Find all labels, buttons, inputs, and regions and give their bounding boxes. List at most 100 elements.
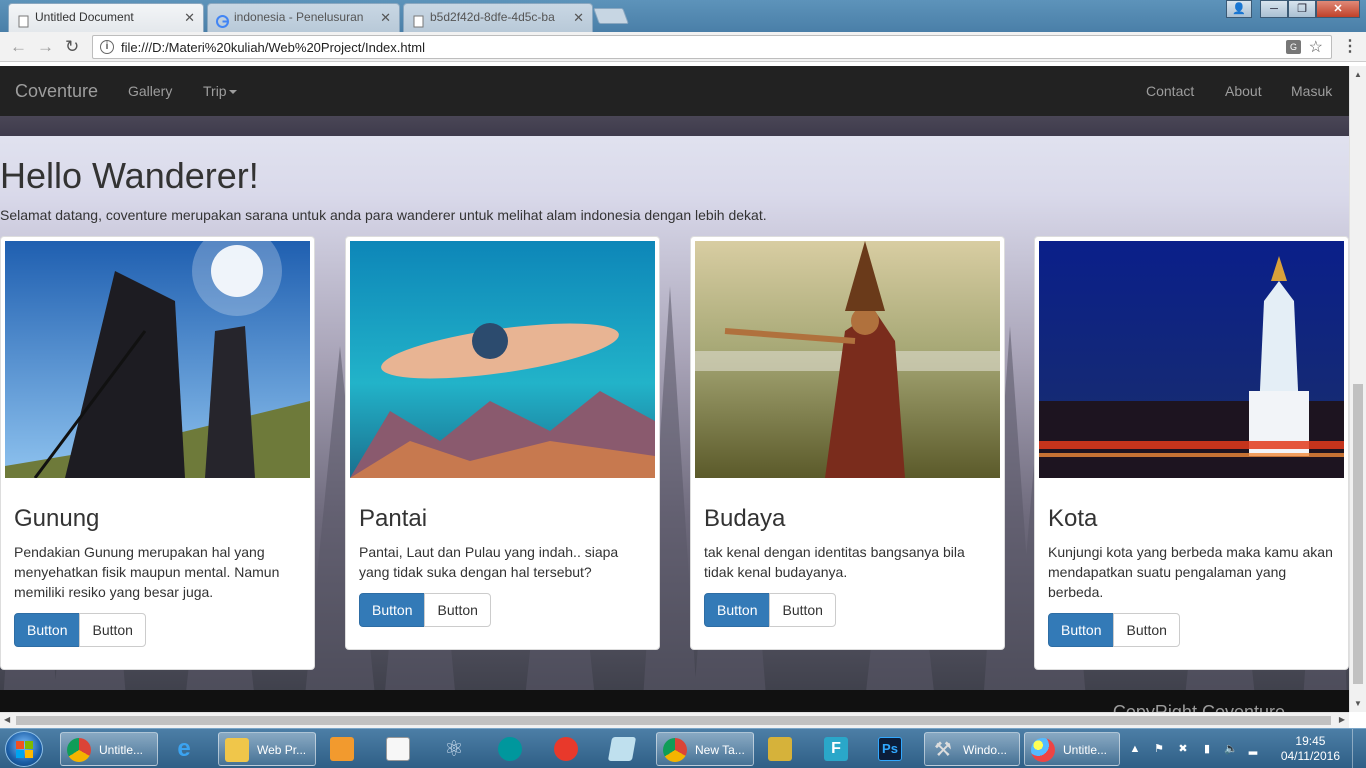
taskbar-label: Web Pr... [257, 743, 307, 757]
system-tray: ▲ ⚑ ✖ ▮ 🔈 ▂ 19:45 04/11/2016 [1126, 729, 1366, 768]
window-controls: 👤 ─ ❐ ✕ [1226, 0, 1360, 18]
card-text: Pendakian Gunung merupakan hal yang meny… [14, 544, 280, 600]
card-title: Kota [1048, 505, 1098, 532]
user-icon[interactable]: 👤 [1226, 0, 1252, 18]
taskbar-chrome-untitled[interactable]: Untitle... [60, 732, 158, 766]
google-icon [216, 11, 229, 28]
vertical-scrollbar[interactable]: ▲ ▼ [1349, 66, 1366, 712]
volume-icon[interactable]: 🔈 [1224, 742, 1238, 756]
new-tab-button[interactable] [593, 8, 629, 24]
close-window-button[interactable]: ✕ [1316, 0, 1360, 18]
battery-icon[interactable]: ▮ [1200, 742, 1214, 756]
taskbar-folder-web-project[interactable]: Web Pr... [218, 732, 316, 766]
menu-icon[interactable]: ⋮ [1342, 39, 1358, 55]
nav-masuk[interactable]: Masuk [1291, 83, 1332, 99]
chrome-icon [663, 738, 687, 762]
taskbar-arduino[interactable] [492, 732, 536, 766]
nav-gallery[interactable]: Gallery [128, 83, 172, 99]
f-app-icon: F [824, 737, 848, 761]
internet-explorer-icon: e [177, 735, 191, 762]
card-kota: Kota Kunjungi kota yang berbeda maka kam… [1034, 236, 1349, 670]
taskbar-document[interactable] [604, 732, 648, 766]
secondary-button[interactable]: Button [1113, 613, 1180, 647]
translate-icon[interactable]: G [1286, 40, 1301, 54]
taskbar-atom[interactable]: ⚛ [436, 732, 480, 766]
app-tool-icon [768, 737, 792, 761]
show-desktop-button[interactable] [1352, 729, 1366, 768]
tab-title: indonesia - Penelusuran [234, 10, 364, 24]
taskbar-chrome-new-tab[interactable]: New Ta... [656, 732, 754, 766]
chrome-icon [67, 738, 91, 762]
primary-button[interactable]: Button [1048, 613, 1115, 647]
secondary-button[interactable]: Button [769, 593, 836, 627]
maximize-button[interactable]: ❐ [1288, 0, 1316, 18]
notepad-icon [386, 737, 410, 761]
taskbar-paint-untitled[interactable]: Untitle... [1024, 732, 1120, 766]
card-text: Pantai, Laut dan Pulau yang indah.. siap… [359, 544, 619, 580]
hiking-image [5, 241, 310, 478]
site-footer: CopyRight Coventure [0, 690, 1349, 712]
taskbar-notepad[interactable] [380, 732, 424, 766]
hero-title: Hello Wanderer! [0, 155, 259, 196]
forward-arrow-icon[interactable]: → [37, 37, 54, 57]
primary-button[interactable]: Button [14, 613, 81, 647]
scroll-right-icon[interactable]: ▶ [1339, 715, 1345, 724]
network-warning-icon[interactable]: ✖ [1176, 742, 1190, 756]
horizontal-scroll-thumb[interactable] [16, 716, 1331, 725]
clock[interactable]: 19:45 04/11/2016 [1281, 734, 1340, 764]
signal-icon[interactable]: ▂ [1246, 742, 1260, 756]
media-player-icon [330, 737, 354, 761]
vertical-scroll-thumb[interactable] [1353, 384, 1363, 684]
secondary-button[interactable]: Button [79, 613, 146, 647]
taskbar-label: Untitle... [99, 743, 144, 757]
info-icon[interactable]: i [100, 40, 114, 54]
tab-image[interactable]: b5d2f42d-8dfe-4d5c-ba ✕ [403, 3, 593, 32]
tab-untitled-document[interactable]: Untitled Document ✕ [8, 3, 204, 32]
start-button[interactable] [5, 731, 43, 767]
taskbar-f-app[interactable]: F [818, 732, 862, 766]
primary-button[interactable]: Button [359, 593, 426, 627]
folder-icon [225, 738, 249, 762]
minimize-button[interactable]: ─ [1260, 0, 1288, 18]
app-red-icon [554, 737, 578, 761]
scroll-down-icon[interactable]: ▼ [1354, 699, 1362, 708]
windows-logo-icon [16, 741, 33, 758]
nav-trip-dropdown[interactable]: Trip [203, 83, 237, 99]
taskbar-internet-explorer[interactable]: e [166, 732, 210, 766]
close-icon[interactable]: ✕ [573, 4, 584, 31]
flag-icon[interactable]: ⚑ [1152, 742, 1166, 756]
document-icon [607, 737, 637, 761]
tab-title: Untitled Document [35, 10, 134, 24]
close-icon[interactable]: ✕ [184, 4, 195, 31]
card-title: Budaya [704, 505, 786, 532]
card-budaya: Budaya tak kenal dengan identitas bangsa… [690, 236, 1005, 650]
tab-title: b5d2f42d-8dfe-4d5c-ba [430, 10, 555, 24]
primary-button[interactable]: Button [704, 593, 771, 627]
back-arrow-icon[interactable]: ← [10, 37, 27, 57]
card-buttons: Button Button [704, 593, 836, 627]
tab-indonesia-search[interactable]: indonesia - Penelusuran ✕ [207, 3, 400, 32]
reload-icon[interactable]: ↻ [65, 37, 79, 57]
taskbar-app-red[interactable] [548, 732, 592, 766]
scroll-up-icon[interactable]: ▲ [1354, 70, 1362, 79]
page-viewport: Coventure Gallery Trip Contact About Mas… [0, 66, 1349, 712]
taskbar-windows-tools[interactable]: ⚒ Windo... [924, 732, 1020, 766]
bookmark-star-icon[interactable]: ☆ [1309, 37, 1323, 57]
nav-contact[interactable]: Contact [1146, 83, 1194, 99]
taskbar-photoshop[interactable]: Ps [872, 732, 916, 766]
card-text: tak kenal dengan identitas bangsanya bil… [704, 544, 965, 580]
close-icon[interactable]: ✕ [380, 4, 391, 31]
browser-tab-bar: Untitled Document ✕ indonesia - Penelusu… [0, 0, 1366, 32]
taskbar-label: New Ta... [695, 743, 745, 757]
nav-about[interactable]: About [1225, 83, 1262, 99]
taskbar-app-tool[interactable] [762, 732, 806, 766]
taskbar-media-player[interactable] [324, 732, 368, 766]
site-navbar: Coventure Gallery Trip Contact About Mas… [0, 66, 1349, 116]
scroll-left-icon[interactable]: ◀ [4, 715, 10, 724]
show-hidden-icons[interactable]: ▲ [1128, 742, 1142, 756]
card-text: Kunjungi kota yang berbeda maka kamu aka… [1048, 544, 1333, 600]
brand-logo[interactable]: Coventure [15, 81, 98, 102]
url-field[interactable]: i file:///D:/Materi%20kuliah/Web%20Proje… [92, 35, 1332, 59]
secondary-button[interactable]: Button [424, 593, 491, 627]
horizontal-scrollbar[interactable]: ◀ ▶ [0, 712, 1349, 728]
